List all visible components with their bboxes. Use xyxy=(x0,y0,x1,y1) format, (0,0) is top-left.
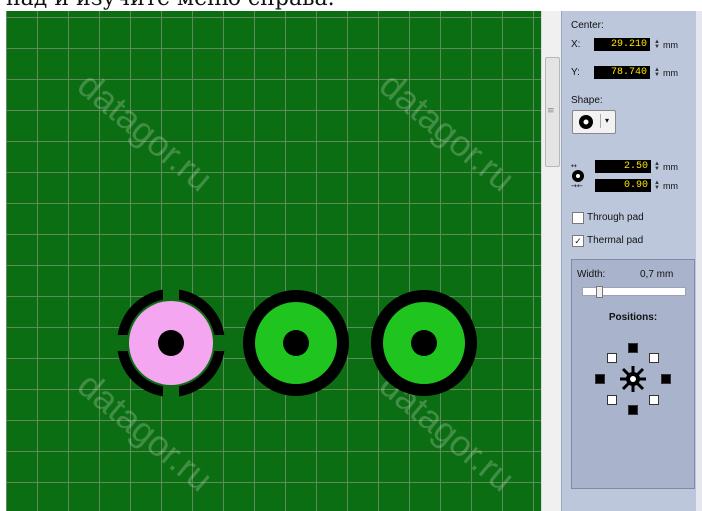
thermal-settings-group: Width: 0,7 mm Positions: xyxy=(571,259,695,489)
position-left[interactable] xyxy=(595,374,605,384)
y-spinner-icon[interactable]: ▲ ▼ xyxy=(654,67,660,78)
center-label: Center: xyxy=(571,20,604,31)
pad-thermal-selected[interactable] xyxy=(116,288,226,398)
slider-knob[interactable] xyxy=(596,286,603,298)
position-top-right[interactable] xyxy=(649,353,659,363)
hole-diameter-unit: mm xyxy=(663,181,678,191)
watermark: datagor.ru xyxy=(70,63,221,200)
svg-text:↔: ↔ xyxy=(571,162,577,170)
svg-text:→←: →← xyxy=(571,182,583,189)
grip-icon: ≡ xyxy=(547,106,555,116)
position-bottom-left[interactable] xyxy=(607,395,617,405)
thermal-pad-label: Thermal pad xyxy=(587,235,644,246)
window-edge xyxy=(696,11,702,511)
width-value: 0,7 mm xyxy=(640,269,674,280)
through-pad-checkbox[interactable] xyxy=(572,212,584,224)
width-label: Width: xyxy=(577,269,606,280)
pad-diameter-icon: ↔ →← xyxy=(571,162,584,189)
thermal-relief-icon xyxy=(116,288,226,398)
width-slider[interactable] xyxy=(582,286,686,298)
pad-round-icon xyxy=(579,115,593,129)
x-label: X: xyxy=(571,39,581,50)
through-pad-label: Through pad xyxy=(587,212,644,223)
hole-diameter-spinner-icon[interactable]: ▲ ▼ xyxy=(654,180,660,191)
pad-properties-panel: Center: X: 29.210 ▲ ▼ mm Y: 78.740 ▲ ▼ mm … xyxy=(561,11,697,511)
thermal-spokes-icon xyxy=(620,366,646,392)
instruction-caption: пад и изучите меню справа. xyxy=(6,0,335,11)
thermal-pad-checkbox[interactable]: ✓ xyxy=(572,235,584,247)
shape-dropdown[interactable]: ▾ xyxy=(572,110,616,134)
chevron-down-icon: ▾ xyxy=(600,114,613,128)
positions-label: Positions: xyxy=(608,312,658,323)
position-top[interactable] xyxy=(628,343,638,353)
position-bottom[interactable] xyxy=(628,405,638,415)
pad-round[interactable] xyxy=(243,290,349,396)
x-input[interactable]: 29.210 xyxy=(594,38,650,51)
pcb-canvas[interactable]: datagor.ru datagor.ru datagor.ru datagor… xyxy=(6,11,541,511)
hole-diameter-input[interactable]: 0.90 xyxy=(595,179,651,192)
outer-diameter-unit: mm xyxy=(663,162,678,172)
position-top-left[interactable] xyxy=(607,353,617,363)
watermark: datagor.ru xyxy=(372,63,523,200)
position-bottom-right[interactable] xyxy=(649,395,659,405)
pad-round[interactable] xyxy=(371,290,477,396)
position-right[interactable] xyxy=(661,374,671,384)
scrollbar-thumb[interactable]: ≡ xyxy=(545,57,560,167)
vertical-scrollbar[interactable]: ≡ xyxy=(541,11,562,511)
outer-diameter-spinner-icon[interactable]: ▲ ▼ xyxy=(654,161,660,172)
y-input[interactable]: 78.740 xyxy=(594,66,650,79)
y-unit: mm xyxy=(663,68,678,78)
x-unit: mm xyxy=(663,40,678,50)
outer-diameter-input[interactable]: 2.50 xyxy=(595,160,651,173)
y-label: Y: xyxy=(571,67,580,78)
x-spinner-icon[interactable]: ▲ ▼ xyxy=(654,39,660,50)
shape-label: Shape: xyxy=(571,95,603,106)
spoke-positions-selector[interactable] xyxy=(595,343,671,415)
